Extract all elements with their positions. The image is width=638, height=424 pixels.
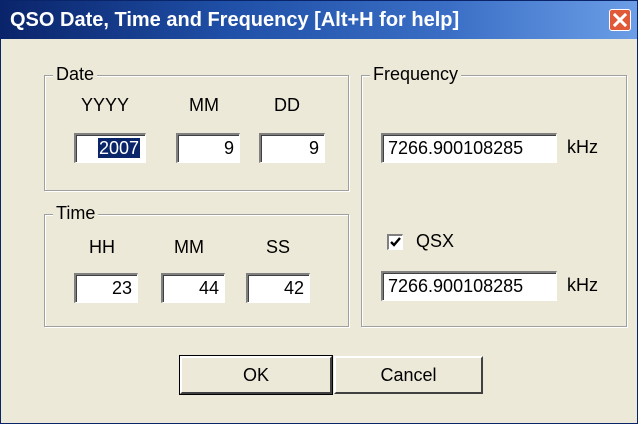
close-icon [613,13,627,27]
ok-button-label: OK [242,364,269,385]
second-input[interactable]: 42 [246,273,310,303]
cancel-button[interactable]: Cancel [334,356,483,394]
day-label: DD [274,95,300,115]
month-label: MM [189,95,219,115]
check-icon [390,237,401,247]
ok-button[interactable]: OK [179,355,333,395]
window-title: QSO Date, Time and Frequency [Alt+H for … [10,8,460,31]
date-group-label: Date [53,64,98,85]
month-input[interactable]: 9 [176,133,240,163]
qsx-checkbox[interactable] [387,234,403,250]
minute-input[interactable]: 44 [161,273,225,303]
qsx-frequency-input[interactable]: 7266.900108285 [381,271,557,301]
close-button[interactable] [609,9,631,31]
title-bar[interactable]: QSO Date, Time and Frequency [Alt+H for … [1,1,637,39]
frequency-input[interactable]: 7266.900108285 [381,133,557,163]
qsx-frequency-unit: kHz [567,275,598,295]
qsx-label[interactable]: QSX [416,231,454,252]
time-group: Time [44,203,349,327]
hour-label: HH [89,237,115,257]
year-input[interactable]: 2007 [74,133,146,163]
frequency-unit: kHz [567,137,598,157]
dialog-window: QSO Date, Time and Frequency [Alt+H for … [0,0,638,424]
cancel-button-label: Cancel [380,364,437,385]
frequency-group-label: Frequency [370,64,462,85]
hour-input[interactable]: 23 [74,273,138,303]
year-label: YYYY [81,95,130,115]
day-input[interactable]: 9 [259,133,325,163]
year-input-value: 2007 [97,138,140,158]
time-group-label: Time [53,203,99,224]
minute-label: MM [174,237,204,257]
second-label: SS [266,237,291,257]
